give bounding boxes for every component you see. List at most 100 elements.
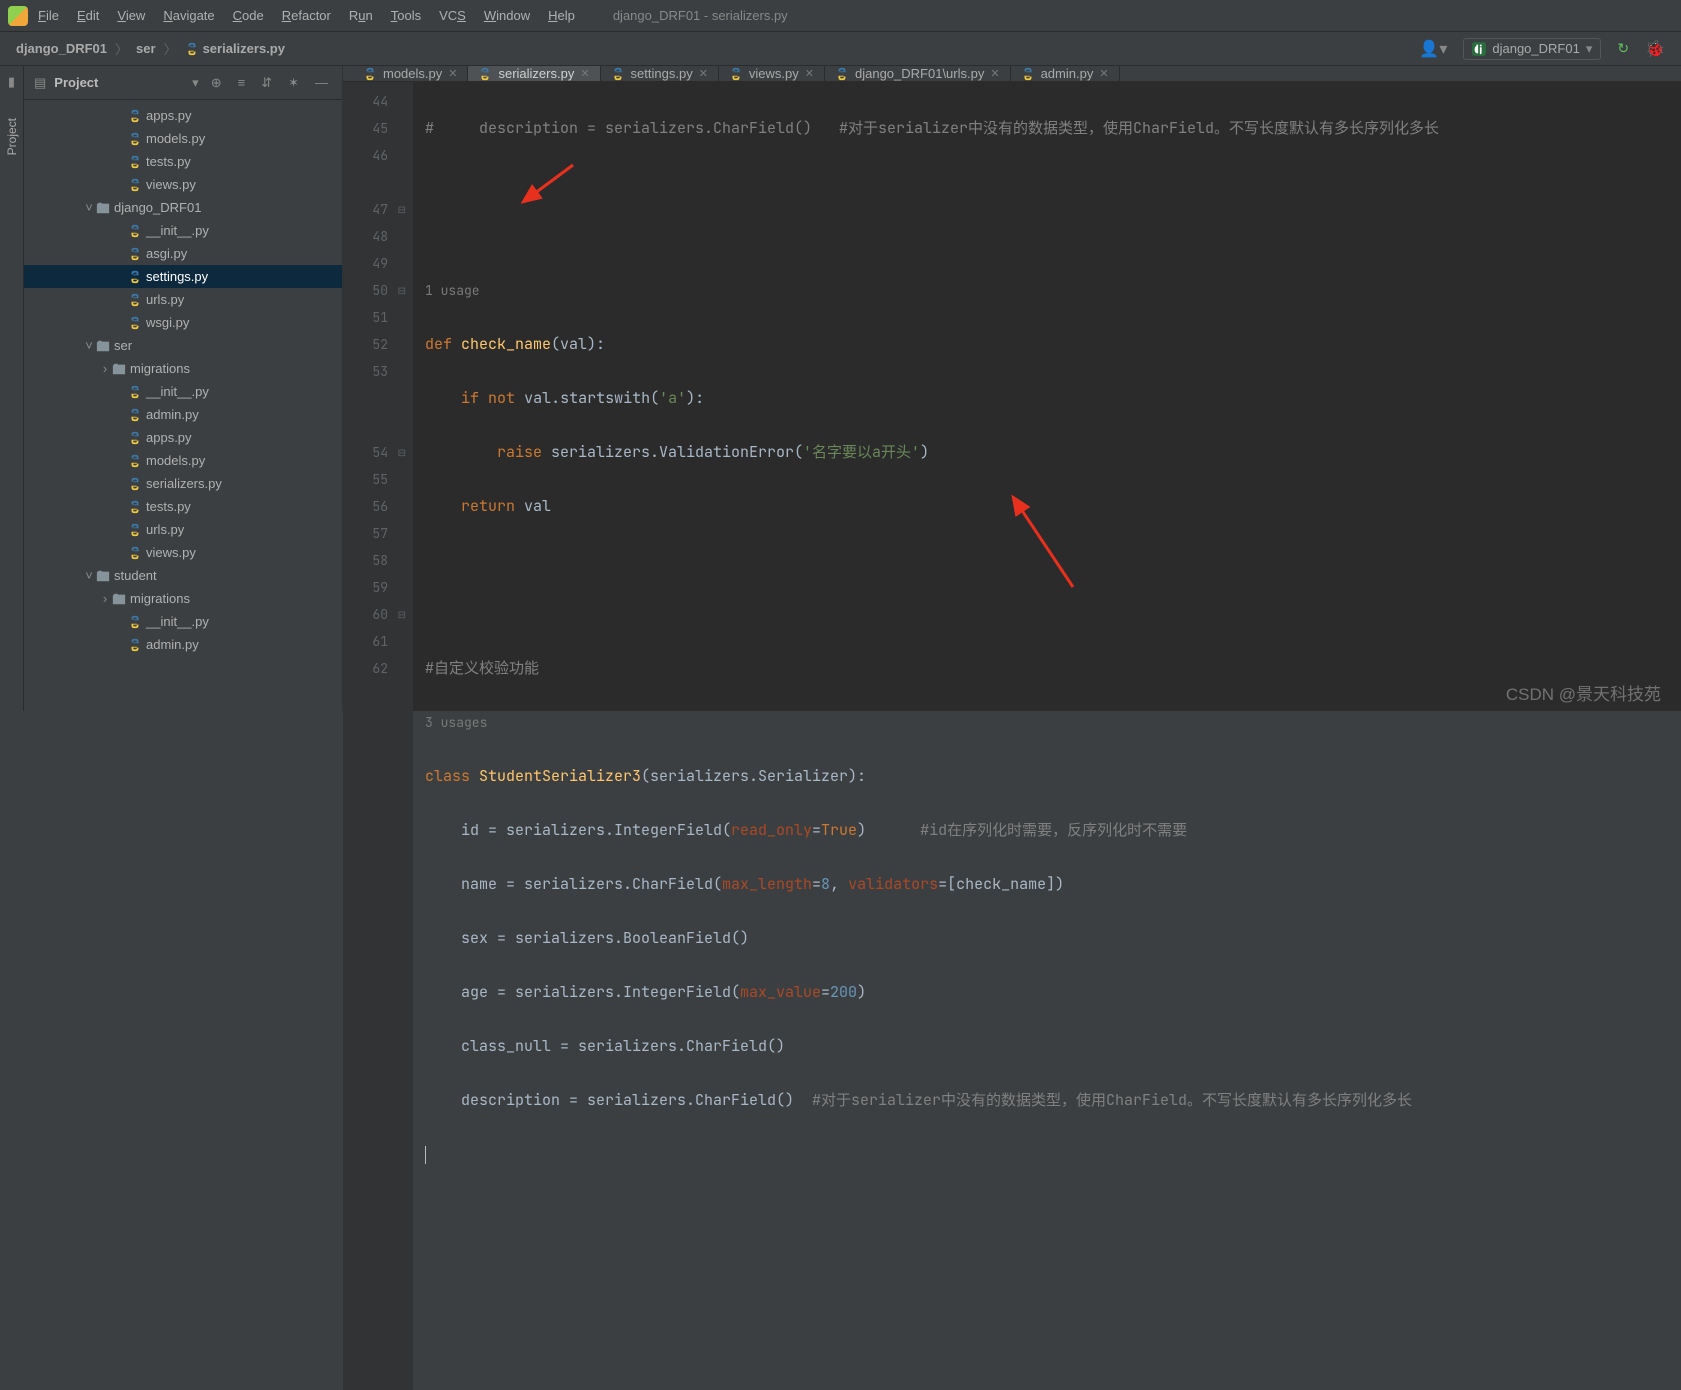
- tree-file[interactable]: admin.py: [24, 403, 342, 426]
- fold-marker[interactable]: ⊟: [398, 196, 406, 223]
- tree-file[interactable]: __init__.py: [24, 380, 342, 403]
- expand-button[interactable]: ≡: [234, 75, 250, 90]
- editor-tab[interactable]: django_DRF01\urls.py✕: [825, 66, 1011, 81]
- menu-help[interactable]: Help: [548, 8, 575, 23]
- editor-tab[interactable]: serializers.py✕: [468, 66, 600, 81]
- tree-item-label: __init__.py: [146, 614, 209, 629]
- project-tree-header: ▤ Project ▾ ⊕ ≡ ⇵ ✶ —: [24, 66, 342, 100]
- run-config-selector[interactable]: django_DRF01 ▾: [1463, 38, 1601, 60]
- tree-file[interactable]: views.py: [24, 541, 342, 564]
- python-icon: [128, 178, 146, 192]
- python-icon: [128, 316, 146, 330]
- project-tool-label[interactable]: Project: [5, 118, 19, 155]
- gutter-line: [343, 412, 412, 439]
- menu-run[interactable]: Run: [349, 8, 373, 23]
- menu-edit[interactable]: Edit: [77, 8, 99, 23]
- editor-tab[interactable]: views.py ✕: [719, 66, 825, 81]
- menu-vcs[interactable]: VCS: [439, 8, 466, 23]
- menu-code[interactable]: Code: [233, 8, 264, 23]
- tree-file[interactable]: models.py: [24, 449, 342, 472]
- tree-item-label: urls.py: [146, 522, 184, 537]
- close-icon[interactable]: ✕: [699, 67, 708, 80]
- fold-marker[interactable]: ⊟: [398, 439, 406, 466]
- folder-icon: [96, 340, 114, 352]
- expand-arrow[interactable]: ˅: [82, 338, 96, 353]
- gutter-line: 48: [343, 223, 412, 250]
- locate-button[interactable]: ⊕: [207, 75, 226, 91]
- menu-tools[interactable]: Tools: [391, 8, 421, 23]
- menu-navigate[interactable]: Navigate: [163, 8, 214, 23]
- tree-item-label: admin.py: [146, 637, 199, 652]
- fold-marker[interactable]: ⊟: [398, 277, 406, 304]
- tree-file[interactable]: __init__.py: [24, 610, 342, 633]
- gutter-line: 46: [343, 142, 412, 169]
- menu-view[interactable]: View: [117, 8, 145, 23]
- run-button[interactable]: ↻: [1617, 40, 1629, 57]
- tree-file[interactable]: __init__.py: [24, 219, 342, 242]
- crumb-root[interactable]: django_DRF01: [16, 41, 107, 56]
- folder-icon: [96, 202, 114, 214]
- close-icon[interactable]: ✕: [805, 67, 814, 80]
- expand-arrow[interactable]: ˅: [82, 568, 96, 583]
- python-icon: [128, 500, 146, 514]
- debug-button[interactable]: 🐞: [1645, 39, 1665, 59]
- tree-item-label: django_DRF01: [114, 200, 201, 215]
- fold-marker[interactable]: ⊟: [398, 601, 406, 628]
- tree-file[interactable]: apps.py: [24, 426, 342, 449]
- crumb-file[interactable]: serializers.py: [185, 41, 285, 56]
- tree-folder[interactable]: ˅ ser: [24, 334, 342, 357]
- tree-folder[interactable]: ›migrations: [24, 587, 342, 610]
- tree-file[interactable]: admin.py: [24, 633, 342, 656]
- user-button[interactable]: 👤▾: [1419, 39, 1447, 59]
- editor-tab[interactable]: models.py✕: [353, 66, 468, 81]
- folder-icon: [112, 593, 130, 605]
- close-icon[interactable]: ✕: [448, 67, 457, 80]
- tree-file[interactable]: urls.py: [24, 518, 342, 541]
- gutter-line: 49: [343, 250, 412, 277]
- tree-item-label: __init__.py: [146, 223, 209, 238]
- gutter-line: 56: [343, 493, 412, 520]
- editor-tab[interactable]: settings.py✕: [601, 66, 719, 81]
- tree-file[interactable]: asgi.py: [24, 242, 342, 265]
- expand-arrow[interactable]: ˅: [82, 200, 96, 215]
- close-icon[interactable]: ✕: [580, 67, 589, 80]
- tree-folder[interactable]: ˅student: [24, 564, 342, 587]
- tree-item-label: ser: [114, 338, 132, 353]
- crumb-mid[interactable]: ser: [136, 41, 156, 56]
- menu-refactor[interactable]: Refactor: [282, 8, 331, 23]
- tree-file[interactable]: views.py: [24, 173, 342, 196]
- tree-item-label: tests.py: [146, 154, 191, 169]
- editor-tab[interactable]: admin.py✕: [1011, 66, 1120, 81]
- tree-file[interactable]: settings.py: [24, 265, 342, 288]
- tree-item-label: asgi.py: [146, 246, 187, 261]
- breadcrumb[interactable]: django_DRF01 〉 ser 〉 serializers.py: [16, 39, 285, 58]
- tree-file[interactable]: tests.py: [24, 150, 342, 173]
- tree-folder[interactable]: ˅ django_DRF01: [24, 196, 342, 219]
- gutter-line: 60⊟: [343, 601, 412, 628]
- project-tree[interactable]: apps.pymodels.pytests.pyviews.py˅django_…: [24, 100, 342, 660]
- python-icon: [128, 615, 146, 629]
- tree-file[interactable]: serializers.py: [24, 472, 342, 495]
- menu-file[interactable]: File: [38, 8, 59, 23]
- close-icon[interactable]: ✕: [1099, 67, 1108, 80]
- gutter-line: [343, 169, 412, 196]
- tree-file[interactable]: apps.py: [24, 104, 342, 127]
- tree-file[interactable]: tests.py: [24, 495, 342, 518]
- hide-button[interactable]: —: [311, 75, 332, 90]
- expand-arrow[interactable]: ›: [98, 361, 112, 376]
- close-icon[interactable]: ✕: [990, 67, 999, 80]
- tree-file[interactable]: urls.py: [24, 288, 342, 311]
- tree-folder[interactable]: ›migrations: [24, 357, 342, 380]
- gutter-line: 53: [343, 358, 412, 385]
- python-icon: [478, 67, 492, 81]
- gutter-line: 51: [343, 304, 412, 331]
- project-tool-icon[interactable]: ▮: [8, 74, 15, 90]
- menu-window[interactable]: Window: [484, 8, 530, 23]
- tree-file[interactable]: wsgi.py: [24, 311, 342, 334]
- collapse-button[interactable]: ⇵: [257, 75, 276, 91]
- expand-arrow[interactable]: ›: [98, 591, 112, 606]
- tab-label: views.py: [749, 66, 799, 81]
- code-editor[interactable]: # description = serializers.CharField() …: [413, 82, 1681, 1390]
- settings-button[interactable]: ✶: [284, 75, 303, 91]
- tree-file[interactable]: models.py: [24, 127, 342, 150]
